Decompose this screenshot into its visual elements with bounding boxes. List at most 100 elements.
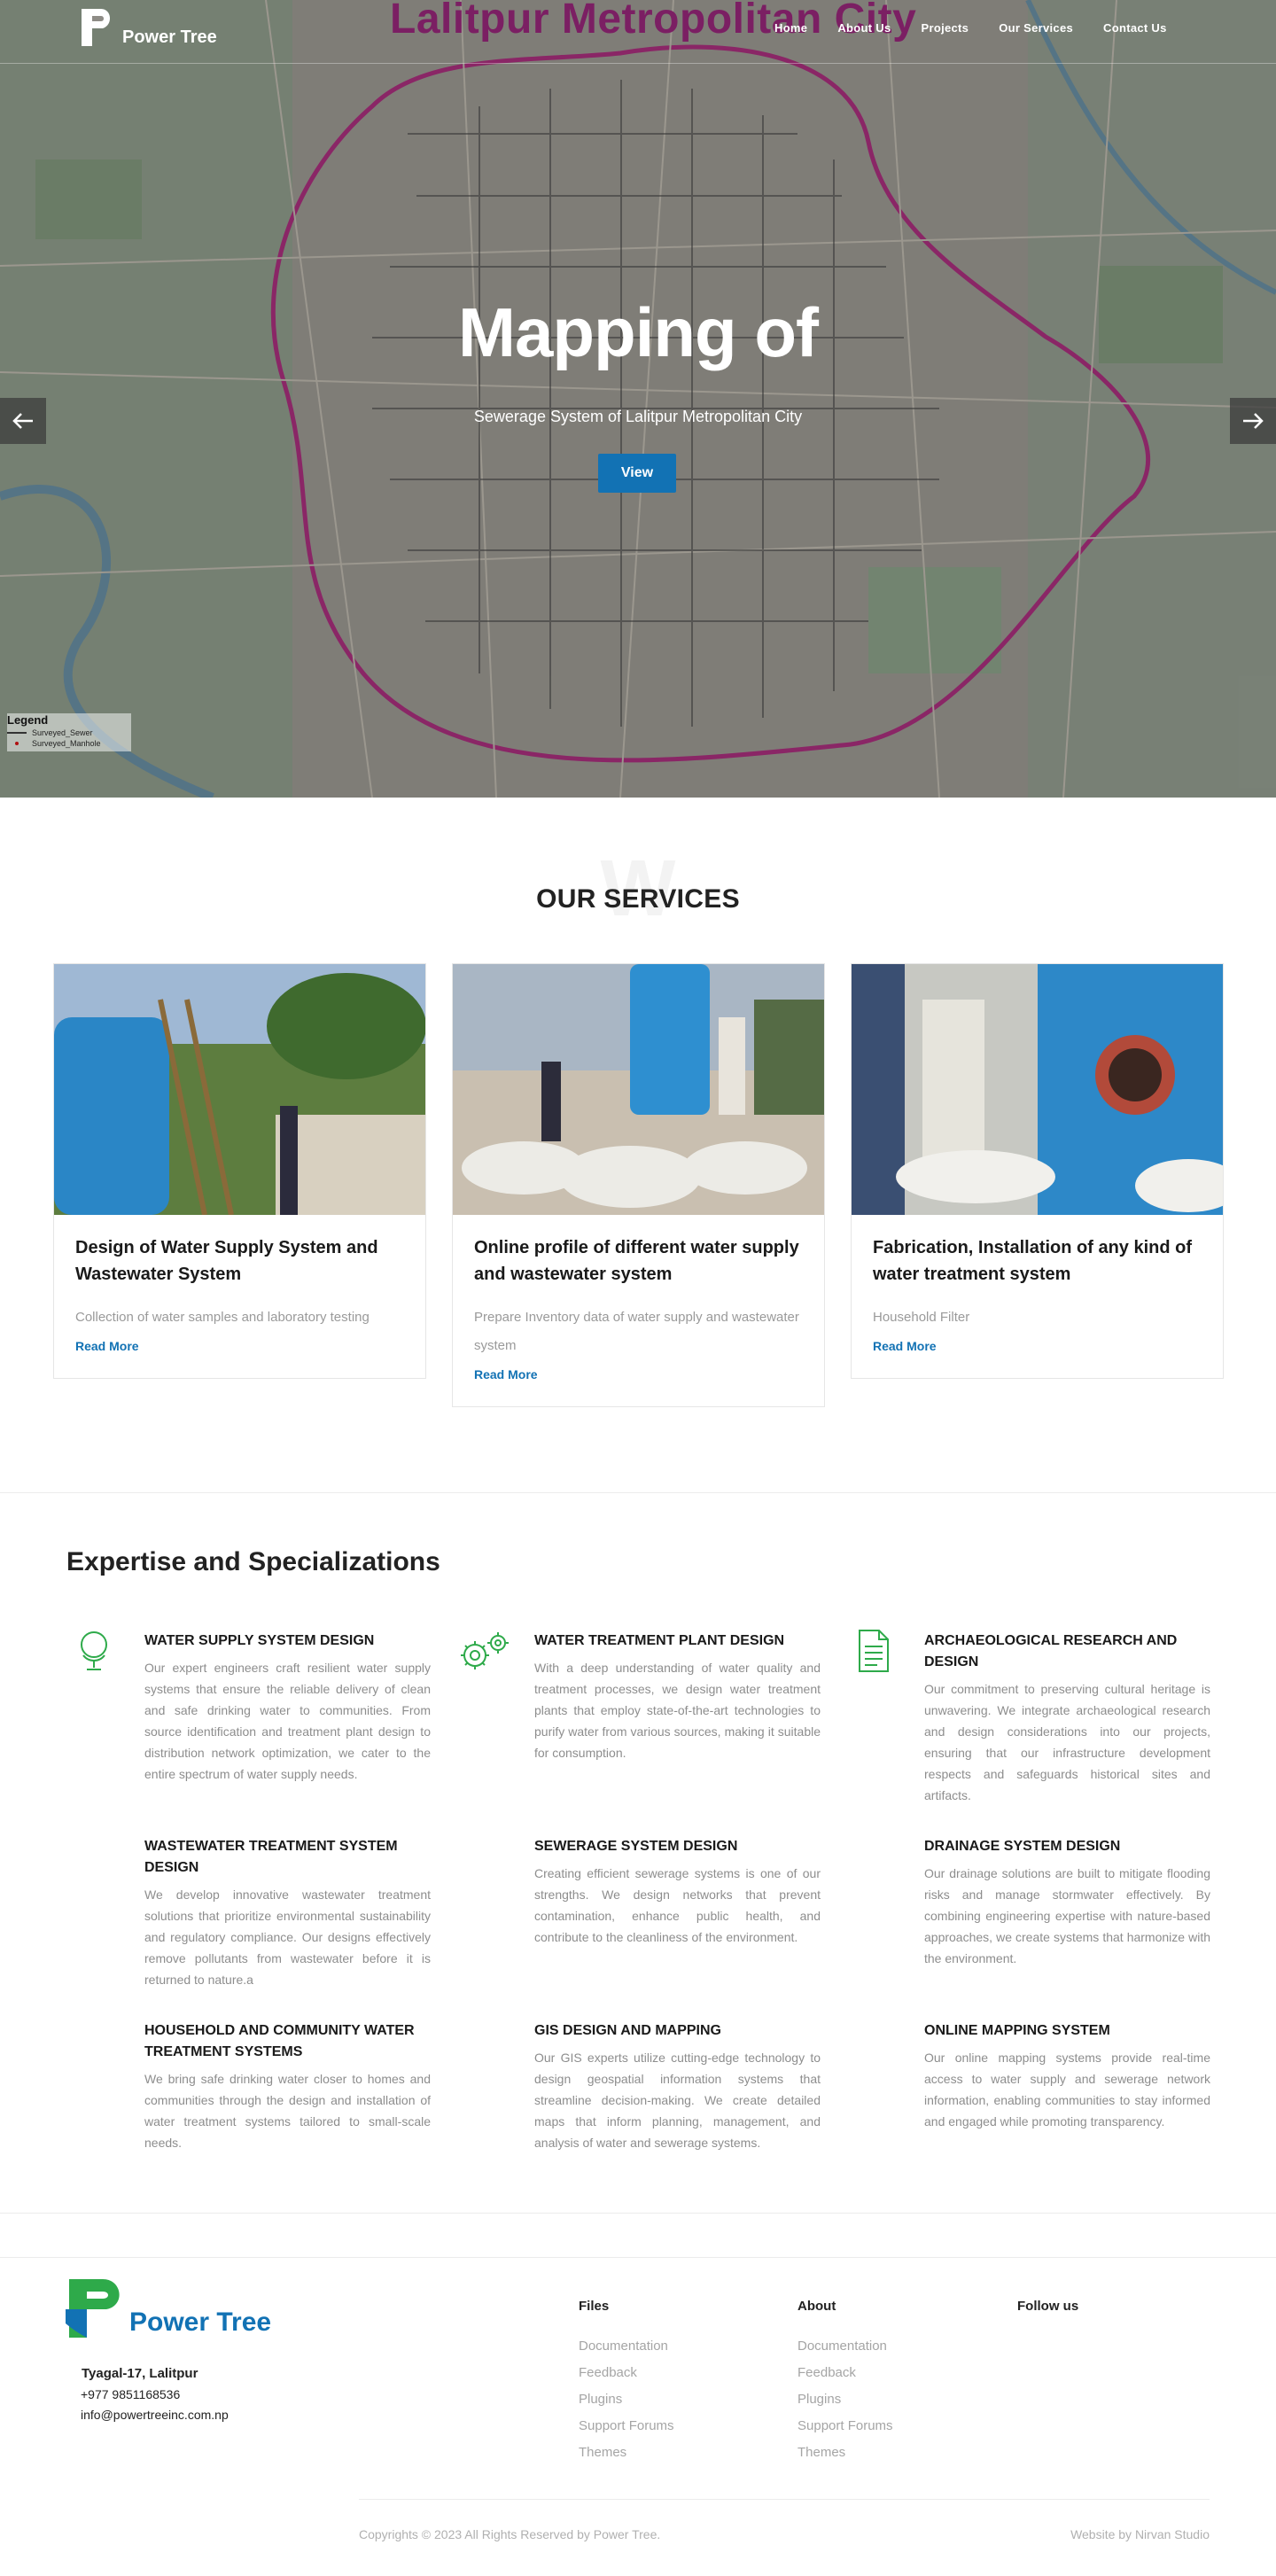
- logo-text: Power Tree: [122, 27, 217, 47]
- expertise-item-text: Our expert engineers craft resilient wat…: [144, 1661, 431, 1781]
- footer-link[interactable]: Plugins: [579, 2386, 674, 2413]
- footer-column-title: Files: [579, 2299, 610, 2314]
- expertise-item: HOUSEHOLD AND COMMUNITY WATER TREATMENT …: [144, 2020, 431, 2153]
- card-title: Fabrication, Installation of any kind of…: [873, 1238, 1193, 1284]
- expertise-item-title: WASTEWATER TREATMENT SYSTEM DESIGN: [144, 1839, 398, 1875]
- legend-title: Legend: [7, 713, 49, 727]
- footer-column-follow-us: Follow us: [1017, 2299, 1078, 2333]
- read-more-link[interactable]: Read More: [75, 1339, 139, 1353]
- expertise-title: Expertise and Specializations: [66, 1547, 440, 1576]
- nav-contact-us[interactable]: Contact Us: [1103, 21, 1167, 35]
- card-body: Design of Water Supply System and Wastew…: [54, 1215, 425, 1378]
- top-navbar: Power Tree Home About Us Projects Our Se…: [0, 0, 1276, 64]
- read-more-link[interactable]: Read More: [474, 1367, 538, 1381]
- sewer-line-swatch: [7, 732, 27, 734]
- nav-projects[interactable]: Projects: [922, 21, 969, 35]
- expertise-item-text: We bring safe drinking water closer to h…: [144, 2072, 431, 2150]
- expertise-item-text: Our drainage solutions are built to miti…: [924, 1866, 1210, 1965]
- service-card: Design of Water Supply System and Wastew…: [53, 963, 426, 1379]
- expertise-item-title: HOUSEHOLD AND COMMUNITY WATER TREATMENT …: [144, 2023, 415, 2059]
- expertise-item: ONLINE MAPPING SYSTEM Our online mapping…: [924, 2020, 1210, 2132]
- card-description: Household Filter: [873, 1310, 970, 1325]
- section-divider: [0, 2257, 1276, 2258]
- site-logo[interactable]: Power Tree: [78, 5, 217, 50]
- expertise-item-title: GIS DESIGN AND MAPPING: [534, 2023, 721, 2038]
- hero-overlay: [0, 0, 1276, 798]
- nav-home[interactable]: Home: [774, 21, 807, 35]
- expertise-item: WATER TREATMENT PLANT DESIGN With a deep…: [534, 1630, 821, 1763]
- expertise-item: GIS DESIGN AND MAPPING Our GIS experts u…: [534, 2020, 821, 2153]
- expertise-item: SEWERAGE SYSTEM DESIGN Creating efficien…: [534, 1836, 821, 1948]
- footer-column-about: About Documentation Feedback Plugins Sup…: [798, 2299, 893, 2466]
- service-image-site-work: [453, 964, 824, 1215]
- manhole-dot-swatch: [15, 742, 19, 745]
- services-title: OUR SERVICES: [536, 884, 740, 914]
- footer-address: Tyagal-17, Lalitpur: [82, 2366, 198, 2381]
- power-tree-logo-icon: [66, 2279, 120, 2338]
- service-card: Online profile of different water supply…: [452, 963, 825, 1407]
- nav-our-services[interactable]: Our Services: [999, 21, 1073, 35]
- hero-section: Lalitpur Metropolitan City Power Tree Ho…: [0, 0, 1276, 798]
- expertise-item-text: Our commitment to preserving cultural he…: [924, 1682, 1210, 1802]
- expertise-item: DRAINAGE SYSTEM DESIGN Our drainage solu…: [924, 1836, 1210, 1969]
- expertise-item: ARCHAEOLOGICAL RESEARCH AND DESIGN Our c…: [924, 1630, 1210, 1806]
- service-image-water-tank: [54, 964, 425, 1215]
- expertise-item-text: We develop innovative wastewater treatme…: [144, 1887, 431, 1987]
- card-body: Online profile of different water supply…: [453, 1215, 824, 1406]
- footer-logo[interactable]: Power Tree: [64, 2270, 271, 2341]
- read-more-link[interactable]: Read More: [873, 1339, 937, 1353]
- globe-icon: [81, 1631, 107, 1670]
- expertise-item-text: Our GIS experts utilize cutting-edge tec…: [534, 2051, 821, 2150]
- service-image-filter-installation: [852, 964, 1223, 1215]
- expertise-item-text: With a deep understanding of water quali…: [534, 1661, 821, 1760]
- footer-link[interactable]: Themes: [798, 2440, 893, 2466]
- card-title: Design of Water Supply System and Wastew…: [75, 1238, 378, 1284]
- document-icon: [859, 1630, 889, 1672]
- footer-link[interactable]: Feedback: [798, 2360, 893, 2386]
- slider-next-button[interactable]: [1230, 398, 1276, 444]
- expertise-item-text: Creating efficient sewerage systems is o…: [534, 1866, 821, 1944]
- expertise-item: WATER SUPPLY SYSTEM DESIGN Our expert en…: [144, 1630, 431, 1785]
- footer-link[interactable]: Support Forums: [579, 2413, 674, 2440]
- legend-label: Surveyed_Sewer: [32, 728, 93, 737]
- card-description: Collection of water samples and laborato…: [75, 1310, 370, 1325]
- footer-column-title: About: [798, 2299, 836, 2314]
- footer-link[interactable]: Documentation: [579, 2333, 674, 2360]
- section-divider: [0, 1492, 1276, 1493]
- power-tree-logo-icon: [82, 9, 111, 46]
- expertise-item-title: ONLINE MAPPING SYSTEM: [924, 2023, 1110, 2038]
- expertise-item-title: DRAINAGE SYSTEM DESIGN: [924, 1839, 1121, 1854]
- card-title: Online profile of different water supply…: [474, 1238, 799, 1284]
- footer-link[interactable]: Themes: [579, 2440, 674, 2466]
- legend-row: Surveyed_Manhole: [7, 739, 124, 748]
- expertise-item-text: Our online mapping systems provide real-…: [924, 2051, 1210, 2129]
- footer-email[interactable]: info@powertreeinc.com.np: [81, 2408, 229, 2422]
- legend-label: Surveyed_Manhole: [32, 739, 101, 748]
- main-nav: Home About Us Projects Our Services Cont…: [774, 21, 1167, 35]
- expertise-item: WASTEWATER TREATMENT SYSTEM DESIGN We de…: [144, 1836, 431, 1990]
- expertise-item-title: WATER SUPPLY SYSTEM DESIGN: [144, 1633, 375, 1648]
- hero-heading: Mapping of: [458, 293, 819, 371]
- footer-link[interactable]: Plugins: [798, 2386, 893, 2413]
- footer-logo-text: Power Tree: [129, 2308, 272, 2337]
- footer-link[interactable]: Support Forums: [798, 2413, 893, 2440]
- hero-subtitle: Sewerage System of Lalitpur Metropolitan…: [473, 408, 803, 425]
- gears-icon: [461, 1632, 509, 1669]
- arrow-left-icon: [12, 413, 33, 429]
- nav-about-us[interactable]: About Us: [837, 21, 891, 35]
- footer-divider: [359, 2499, 1210, 2500]
- arrow-right-icon: [1243, 413, 1264, 429]
- hero-view-button[interactable]: View: [598, 454, 676, 493]
- footer-link[interactable]: Feedback: [579, 2360, 674, 2386]
- footer-column-title: Follow us: [1017, 2299, 1079, 2314]
- footer-column-files: Files Documentation Feedback Plugins Sup…: [579, 2299, 674, 2466]
- expertise-item-title: SEWERAGE SYSTEM DESIGN: [534, 1839, 738, 1854]
- footer-copyright: Copyrights © 2023 All Rights Reserved by…: [359, 2527, 661, 2541]
- service-card: Fabrication, Installation of any kind of…: [851, 963, 1224, 1379]
- slider-prev-button[interactable]: [0, 398, 46, 444]
- footer-link[interactable]: Documentation: [798, 2333, 893, 2360]
- footer-credit[interactable]: Website by Nirvan Studio: [1068, 2527, 1210, 2541]
- card-description: Prepare Inventory data of water supply a…: [474, 1310, 799, 1353]
- legend-row: Surveyed_Sewer: [7, 728, 124, 737]
- card-body: Fabrication, Installation of any kind of…: [852, 1215, 1223, 1378]
